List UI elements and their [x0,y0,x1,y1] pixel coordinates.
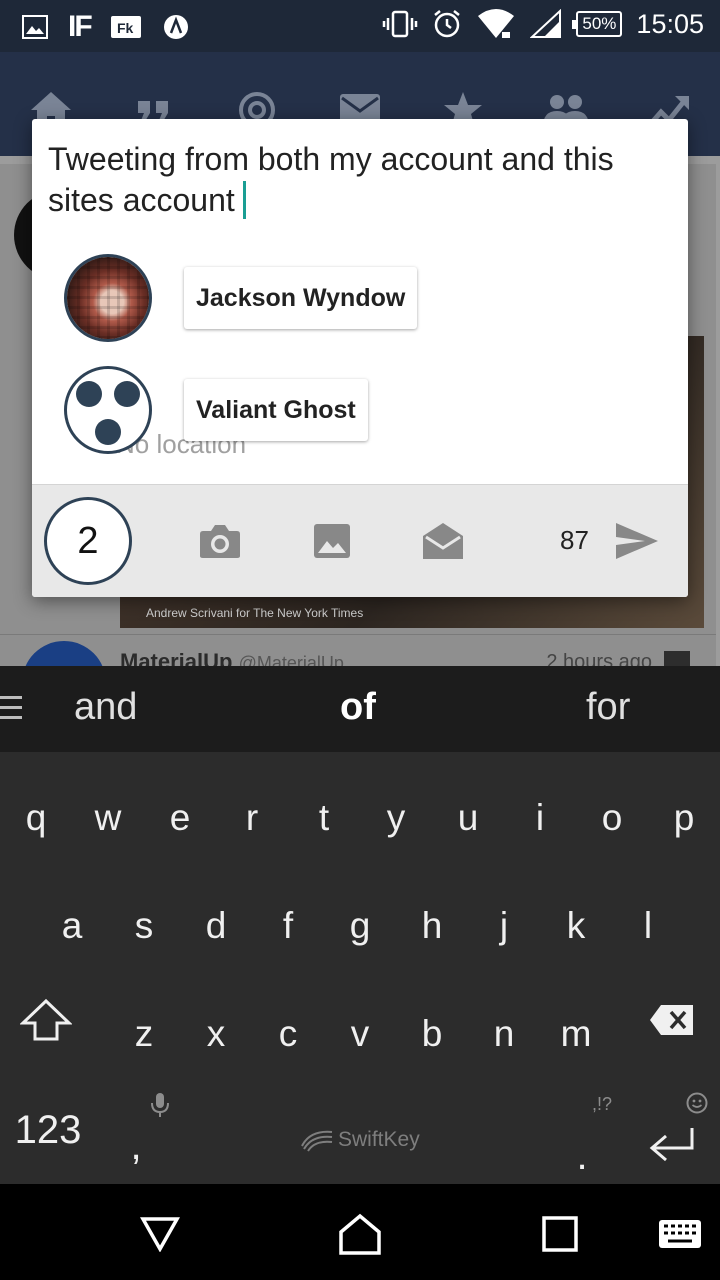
compose-toolbar: 2 87 [32,484,688,597]
avatar[interactable] [64,366,152,454]
punctuation-hint: ,!? [592,1094,613,1114]
account-name-chip[interactable]: Jackson Wyndow [184,267,418,329]
key-i[interactable]: i [504,768,576,868]
signal-stream-icon [161,13,191,41]
vibrate-icon [382,10,418,38]
key-n[interactable]: n [468,984,540,1084]
key-m[interactable]: m [540,984,612,1084]
logo-dot [114,381,140,407]
account-option-jackson[interactable]: Jackson Wyndow [64,254,418,342]
gallery-icon [22,15,48,39]
avatar[interactable] [64,254,152,342]
pixel-portrait-image [67,257,149,339]
status-bar: IF Fk 50% 15:05 [0,0,720,52]
backspace-icon[interactable] [636,970,708,1070]
key-y[interactable]: y [360,768,432,868]
key-u[interactable]: u [432,768,504,868]
key-v[interactable]: v [324,984,396,1084]
account-name-chip[interactable]: Valiant Ghost [184,379,368,441]
shift-icon[interactable] [10,970,82,1070]
key-q[interactable]: q [0,768,72,868]
key-x[interactable]: x [180,984,252,1084]
key-w[interactable]: w [72,768,144,868]
recents-icon[interactable] [536,1210,584,1258]
camera-icon[interactable] [198,519,242,563]
swiftkey-brand: SwiftKey [338,1128,420,1151]
enter-icon[interactable] [636,1096,708,1196]
logo-dot [95,419,121,445]
text-cursor [242,181,246,219]
key-k[interactable]: k [540,876,612,976]
drafts-icon[interactable] [421,519,465,563]
key-a[interactable]: a [36,876,108,976]
wifi-icon [476,8,516,40]
svg-text:Fk: Fk [117,20,134,36]
spacebar[interactable]: SwiftKey [300,1128,420,1152]
key-h[interactable]: h [396,876,468,976]
key-s[interactable]: s [108,876,180,976]
suggestion-left[interactable]: and [74,686,137,729]
suggestion-center[interactable]: of [340,686,376,729]
key-e[interactable]: e [144,768,216,868]
keyboard-menu-icon[interactable] [0,696,22,726]
suggestion-bar: and of for [0,666,720,752]
cell-signal-icon [530,9,562,39]
if-icon: IF [68,10,93,43]
clock: 15:05 [636,8,704,39]
battery-indicator: 50% [572,11,623,37]
logo-dot [76,381,102,407]
keyboard-switch-icon[interactable] [656,1210,704,1258]
keyboard: q w e r t y u i o p a s d f g h j k l z … [0,752,720,1184]
selected-accounts-button[interactable]: 2 [44,497,132,585]
key-g[interactable]: g [324,876,396,976]
key-d[interactable]: d [180,876,252,976]
key-l[interactable]: l [612,876,684,976]
key-p[interactable]: p [648,768,720,868]
numbers-key[interactable]: 123 [6,1080,90,1180]
alarm-icon [432,9,462,39]
home-icon[interactable] [336,1210,384,1258]
key-j[interactable]: j [468,876,540,976]
key-t[interactable]: t [288,768,360,868]
tweet-text-input[interactable]: Tweeting from both my account and this s… [48,139,668,221]
key-b[interactable]: b [396,984,468,1084]
system-navigation-bar [0,1184,720,1280]
key-o[interactable]: o [576,768,648,868]
send-icon[interactable] [614,519,660,563]
tweet-text: Tweeting from both my account and this s… [48,141,614,218]
photo-credit: Andrew Scrivani for The New York Times [146,606,364,620]
back-icon[interactable] [136,1210,184,1258]
suggestion-right[interactable]: for [586,686,630,729]
fk-icon: Fk [110,16,141,38]
microphone-icon[interactable] [150,1092,170,1123]
key-r[interactable]: r [216,768,288,868]
key-f[interactable]: f [252,876,324,976]
swiftkey-logo-icon [301,1130,333,1152]
character-count: 87 [560,525,589,555]
account-option-valiant[interactable]: Valiant Ghost [64,366,368,454]
compose-dialog: Tweeting from both my account and this s… [32,119,688,597]
gallery-icon[interactable] [310,519,354,563]
key-c[interactable]: c [252,984,324,1084]
key-z[interactable]: z [108,984,180,1084]
